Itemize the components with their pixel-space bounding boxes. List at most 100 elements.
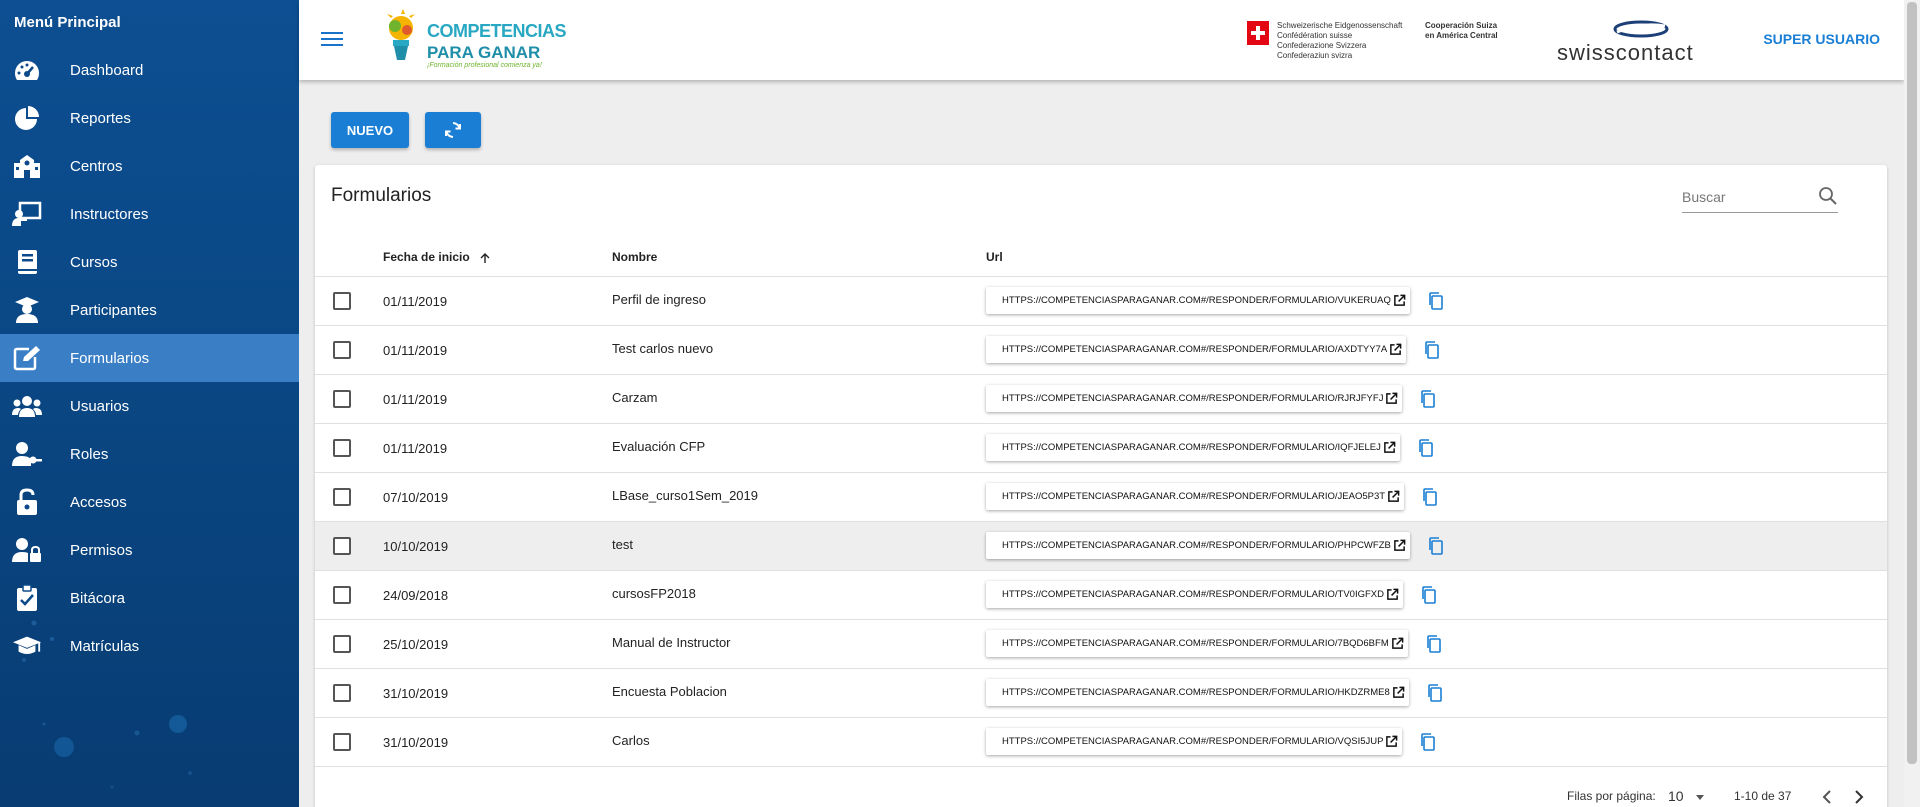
sidebar-item-roles[interactable]: Roles bbox=[0, 430, 299, 478]
row-checkbox[interactable] bbox=[333, 586, 351, 604]
cell-fecha: 25/10/2019 bbox=[383, 637, 449, 652]
copy-icon[interactable] bbox=[1420, 487, 1440, 507]
sidebar-item-label: Usuarios bbox=[70, 397, 130, 415]
copy-icon[interactable] bbox=[1425, 683, 1445, 703]
column-header-nombre[interactable]: Nombre bbox=[612, 250, 657, 264]
page-scrollbar[interactable] bbox=[1904, 0, 1920, 807]
copy-icon[interactable] bbox=[1419, 585, 1439, 605]
sidebar-item-cursos[interactable]: Cursos bbox=[0, 238, 299, 286]
url-text: HTTPS://COMPETENCIASPARAGANAR.COM#/RESPO… bbox=[1002, 589, 1384, 600]
row-checkbox[interactable] bbox=[333, 341, 351, 359]
form-url-link[interactable]: HTTPS://COMPETENCIASPARAGANAR.COM#/RESPO… bbox=[986, 483, 1405, 510]
url-text: HTTPS://COMPETENCIASPARAGANAR.COM#/RESPO… bbox=[1002, 736, 1384, 747]
refresh-button[interactable] bbox=[425, 112, 481, 148]
row-checkbox[interactable] bbox=[333, 635, 351, 653]
sidebar-item-label: Accesos bbox=[70, 493, 127, 511]
top-header: COMPETENCIAS PARA GANAR ¡Formación profe… bbox=[299, 0, 1904, 80]
form-url-link[interactable]: HTTPS://COMPETENCIASPARAGANAR.COM#/RESPO… bbox=[986, 532, 1410, 559]
chevron-down-icon bbox=[1696, 795, 1704, 800]
url-text: HTTPS://COMPETENCIASPARAGANAR.COM#/RESPO… bbox=[1002, 295, 1391, 306]
sidebar-item-accesos[interactable]: Accesos bbox=[0, 478, 299, 526]
cell-fecha: 10/10/2019 bbox=[383, 539, 449, 554]
url-text: HTTPS://COMPETENCIASPARAGANAR.COM#/RESPO… bbox=[1002, 638, 1389, 649]
row-checkbox[interactable] bbox=[333, 439, 351, 457]
form-url-link[interactable]: HTTPS://COMPETENCIASPARAGANAR.COM#/RESPO… bbox=[986, 336, 1407, 363]
row-checkbox[interactable] bbox=[333, 537, 351, 555]
sidebar-item-formularios[interactable]: Formularios bbox=[0, 334, 299, 382]
table-row[interactable]: 07/10/2019 LBase_curso1Sem_2019 HTTPS://CO… bbox=[315, 473, 1887, 522]
hamburger-menu-icon[interactable] bbox=[319, 28, 345, 52]
table-row[interactable]: 10/10/2019 test HTTPS://COMPETENCIASPARAGA… bbox=[315, 522, 1887, 571]
user-menu[interactable]: SUPER USUARIO bbox=[1763, 31, 1880, 47]
book-icon bbox=[12, 247, 42, 277]
sidebar-item-dashboard[interactable]: Dashboard bbox=[0, 46, 299, 94]
sidebar-item-usuarios[interactable]: Usuarios bbox=[0, 382, 299, 430]
table-row[interactable]: 31/10/2019 Encuesta Poblacion HTTPS://COMP… bbox=[315, 669, 1887, 718]
logo-line-2: PARA GANAR bbox=[427, 43, 541, 62]
form-url-link[interactable]: HTTPS://COMPETENCIASPARAGANAR.COM#/RESPO… bbox=[986, 728, 1403, 755]
chevron-left-icon[interactable] bbox=[1815, 785, 1839, 807]
edit-form-icon bbox=[12, 343, 42, 373]
row-checkbox[interactable] bbox=[333, 292, 351, 310]
copy-icon[interactable] bbox=[1416, 438, 1436, 458]
sidebar-item-bitacora[interactable]: Bitácora bbox=[0, 574, 299, 622]
url-text: HTTPS://COMPETENCIASPARAGANAR.COM#/RESPO… bbox=[1002, 442, 1381, 453]
table-row[interactable]: 01/11/2019 Evaluación CFP HTTPS://COMPETEN… bbox=[315, 424, 1887, 473]
external-link-icon bbox=[1390, 343, 1402, 355]
user-key-icon bbox=[12, 439, 42, 469]
table-row[interactable]: 01/11/2019 Test carlos nuevo HTTPS://COMPE… bbox=[315, 326, 1887, 375]
scrollbar-thumb[interactable] bbox=[1907, 2, 1917, 764]
copy-icon[interactable] bbox=[1426, 291, 1446, 311]
search-icon[interactable] bbox=[1818, 186, 1838, 206]
sidebar-item-centros[interactable]: Centros bbox=[0, 142, 299, 190]
cell-nombre: Perfil de ingreso bbox=[612, 292, 706, 307]
form-url-link[interactable]: HTTPS://COMPETENCIASPARAGANAR.COM#/RESPO… bbox=[986, 630, 1408, 657]
sidebar-item-label: Centros bbox=[70, 157, 123, 175]
coop-line: Cooperación Suiza bbox=[1425, 21, 1498, 30]
external-link-icon bbox=[1392, 686, 1405, 698]
form-url-link[interactable]: HTTPS://COMPETENCIASPARAGANAR.COM#/RESPO… bbox=[986, 385, 1403, 412]
sidebar-item-matriculas[interactable]: Matrículas bbox=[0, 622, 299, 670]
rows-per-page-value: 10 bbox=[1668, 788, 1684, 804]
graduate-student-icon bbox=[12, 295, 42, 325]
column-header-fecha[interactable]: Fecha de inicio bbox=[383, 250, 491, 264]
external-link-icon bbox=[1386, 392, 1398, 404]
copy-icon[interactable] bbox=[1424, 634, 1444, 654]
row-checkbox[interactable] bbox=[333, 488, 351, 506]
table-row[interactable]: 01/11/2019 Perfil de ingreso HTTPS://COMPE… bbox=[315, 277, 1887, 326]
row-checkbox[interactable] bbox=[333, 733, 351, 751]
sort-ascending-icon bbox=[480, 252, 490, 263]
form-url-link[interactable]: HTTPS://COMPETENCIASPARAGANAR.COM#/RESPO… bbox=[986, 434, 1400, 461]
sidebar-item-reportes[interactable]: Reportes bbox=[0, 94, 299, 142]
copy-icon[interactable] bbox=[1418, 389, 1438, 409]
graduation-cap-icon bbox=[12, 631, 42, 661]
search-input[interactable] bbox=[1682, 187, 1802, 207]
chevron-right-icon[interactable] bbox=[1847, 785, 1871, 807]
form-url-link[interactable]: HTTPS://COMPETENCIASPARAGANAR.COM#/RESPO… bbox=[986, 287, 1410, 314]
sidebar-item-participantes[interactable]: Participantes bbox=[0, 286, 299, 334]
copy-icon[interactable] bbox=[1418, 732, 1438, 752]
table-row[interactable]: 31/10/2019 Carlos HTTPS://COMPETENCIASPARA… bbox=[315, 718, 1887, 767]
external-link-icon bbox=[1393, 294, 1406, 306]
copy-icon[interactable] bbox=[1422, 340, 1442, 360]
rows-per-page-select[interactable]: 10 bbox=[1668, 787, 1708, 807]
table-row[interactable]: 25/10/2019 Manual de Instructor HTTPS://CO… bbox=[315, 620, 1887, 669]
url-text: HTTPS://COMPETENCIASPARAGANAR.COM#/RESPO… bbox=[1002, 491, 1386, 502]
row-checkbox[interactable] bbox=[333, 390, 351, 408]
row-checkbox[interactable] bbox=[333, 684, 351, 702]
table-row[interactable]: 24/09/2018 cursosFP2018 HTTPS://COMPETENCI… bbox=[315, 571, 1887, 620]
sidebar-item-instructores[interactable]: Instructores bbox=[0, 190, 299, 238]
form-url-link[interactable]: HTTPS://COMPETENCIASPARAGANAR.COM#/RESPO… bbox=[986, 679, 1409, 706]
column-header-url[interactable]: Url bbox=[986, 250, 1003, 264]
sidebar-item-permisos[interactable]: Permisos bbox=[0, 526, 299, 574]
confed-line: Schweizerische Eidgenossenschaft bbox=[1277, 21, 1403, 30]
cell-nombre: Manual de Instructor bbox=[612, 635, 731, 650]
copy-icon[interactable] bbox=[1426, 536, 1446, 556]
form-url-link[interactable]: HTTPS://COMPETENCIASPARAGANAR.COM#/RESPO… bbox=[986, 581, 1403, 608]
new-button[interactable]: NUEVO bbox=[331, 112, 409, 148]
external-link-icon bbox=[1386, 735, 1398, 747]
table-row[interactable]: 01/11/2019 Carzam HTTPS://COMPETENCIASPARA… bbox=[315, 375, 1887, 424]
cell-fecha: 31/10/2019 bbox=[383, 735, 449, 750]
cell-fecha: 01/11/2019 bbox=[383, 294, 448, 309]
url-text: HTTPS://COMPETENCIASPARAGANAR.COM#/RESPO… bbox=[1002, 687, 1390, 698]
